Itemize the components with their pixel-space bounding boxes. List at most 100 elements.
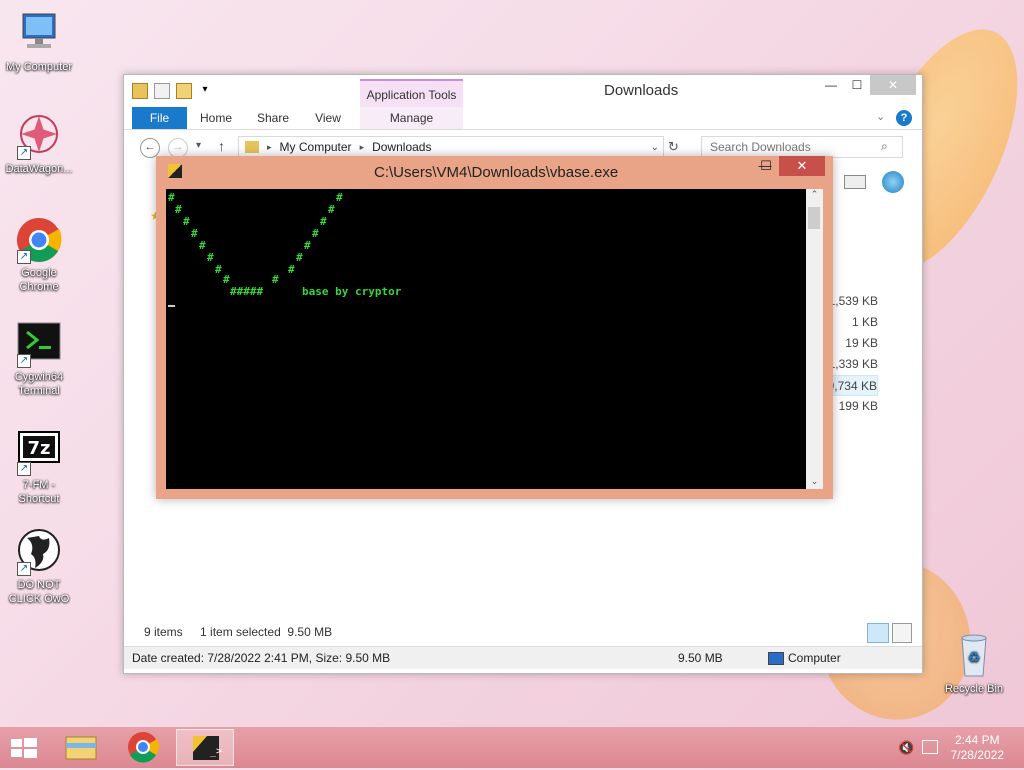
- clock[interactable]: 2:44 PM 7/28/2022: [951, 733, 1004, 763]
- tab-share[interactable]: Share: [252, 107, 294, 129]
- search-icon: ⌕: [881, 139, 888, 153]
- console-text: base by cryptor: [302, 285, 402, 298]
- help-icon[interactable]: ?: [896, 110, 912, 126]
- svg-text:7z: 7z: [27, 438, 50, 459]
- explorer-titlebar[interactable]: ▾ Application Tools Downloads — ☐ ✕: [124, 75, 922, 109]
- ascii-art-bottom: #####: [230, 285, 264, 298]
- back-button[interactable]: ←: [140, 138, 160, 158]
- clock-date: 7/28/2022: [950, 748, 1004, 762]
- taskbar-vbase-console[interactable]: _>: [176, 729, 234, 766]
- 7zip-icon: 7z ↗: [15, 428, 63, 476]
- start-button[interactable]: [0, 729, 48, 766]
- desktop-icon-do-not-click[interactable]: ↗ DO NOT CLICK OwO: [1, 528, 77, 606]
- taskbar-file-explorer[interactable]: [52, 729, 110, 766]
- ascii-art-glyph: #: [223, 273, 230, 286]
- breadcrumb-separator: ▸: [359, 141, 365, 152]
- recycle-bin-icon: ♻: [950, 632, 998, 680]
- scroll-down-icon[interactable]: ⌄: [806, 476, 823, 487]
- ascii-art-glyph: #: [207, 251, 214, 264]
- ascii-art-glyph: #: [336, 191, 343, 204]
- refresh-button[interactable]: ↻: [668, 139, 679, 155]
- new-folder-icon[interactable]: [176, 83, 192, 99]
- properties-icon[interactable]: [154, 83, 170, 99]
- desktop-icon-label: DataWagon...: [5, 163, 73, 175]
- scroll-thumb[interactable]: [808, 207, 820, 229]
- console-maximize-button[interactable]: ☐: [754, 156, 778, 176]
- ascii-art-glyph: #: [175, 203, 182, 216]
- breadcrumb-my-computer[interactable]: My Computer: [280, 140, 352, 154]
- details-view-button[interactable]: [867, 623, 889, 643]
- maximize-button[interactable]: ☐: [844, 75, 870, 95]
- breadcrumb-downloads[interactable]: Downloads: [372, 140, 431, 154]
- status-bar-top: 9 items 1 item selected 9.50 MB: [144, 625, 332, 639]
- console-app-icon: [168, 164, 182, 178]
- clock-time: 2:44 PM: [954, 733, 1000, 747]
- desktop-icon-datawagon[interactable]: ↗ DataWagon...: [1, 112, 77, 176]
- tab-manage[interactable]: Manage: [360, 107, 463, 129]
- desktop-icon-label: Cygwin64 Terminal: [14, 371, 64, 397]
- ascii-art-glyph: #: [272, 273, 279, 286]
- close-button[interactable]: ✕: [870, 75, 916, 95]
- terminal-icon: ↗: [15, 320, 63, 368]
- minimize-button[interactable]: —: [818, 75, 844, 95]
- desktop-icon-label: My Computer: [5, 61, 73, 73]
- console-output[interactable]: # # # # # # # # # # # # # # # # ##### base by cryptor: [166, 189, 806, 489]
- location-text: Computer: [788, 651, 841, 665]
- chevron-down-icon[interactable]: ⌄: [651, 142, 659, 153]
- breadcrumb-separator: ▸: [267, 141, 272, 152]
- console-title: C:\Users\VM4\Downloads\vbase.exe: [374, 164, 619, 181]
- desktop-icon-label: DO NOT CLICK OwO: [8, 579, 70, 605]
- desktop-icon-label: Google Chrome: [19, 267, 59, 293]
- console-window[interactable]: C:\Users\VM4\Downloads\vbase.exe — ☐ ✕ #…: [156, 156, 833, 499]
- selection-info: 1 item selected 9.50 MB: [200, 625, 333, 639]
- recent-locations-icon[interactable]: ▾: [196, 140, 201, 151]
- preview-pane-icon[interactable]: [882, 171, 904, 193]
- svg-text:♻: ♻: [968, 649, 981, 665]
- shortcut-arrow-icon: ↗: [17, 462, 31, 476]
- search-input[interactable]: Search Downloads: [701, 136, 903, 158]
- ascii-art-glyph: #: [296, 251, 303, 264]
- scroll-up-icon[interactable]: ⌃: [806, 189, 823, 200]
- taskbar-chrome[interactable]: [114, 729, 172, 766]
- folder-down-icon[interactable]: [132, 83, 148, 99]
- tab-view[interactable]: View: [310, 107, 346, 129]
- desktop-icon-recycle-bin[interactable]: ♻ Recycle Bin: [936, 632, 1012, 696]
- console-titlebar[interactable]: C:\Users\VM4\Downloads\vbase.exe — ☐ ✕: [156, 156, 833, 188]
- status-bar-details: Date created: 7/28/2022 2:41 PM, Size: 9…: [124, 646, 922, 669]
- ascii-art-glyph: #: [168, 191, 175, 204]
- taskbar: _> 🔇 2:44 PM 7/28/2022: [0, 727, 1024, 768]
- network-icon[interactable]: [922, 740, 938, 754]
- ascii-art-glyph: #: [183, 215, 190, 228]
- ascii-art-glyph: #: [304, 239, 311, 252]
- console-close-button[interactable]: ✕: [779, 156, 825, 176]
- ascii-art-glyph: #: [328, 203, 335, 216]
- computer-icon: [768, 652, 784, 665]
- dropdown-arrow-icon[interactable]: ▾: [198, 83, 212, 97]
- globe-icon: ↗: [15, 528, 63, 576]
- window-title: Downloads: [604, 82, 679, 99]
- quick-access-toolbar: ▾: [132, 83, 212, 99]
- desktop-icon-cygwin-terminal[interactable]: ↗ Cygwin64 Terminal: [1, 320, 77, 398]
- shortcut-arrow-icon: ↗: [17, 250, 31, 264]
- desktop-icon-my-computer[interactable]: My Computer: [1, 10, 77, 74]
- large-icons-view-button[interactable]: [892, 623, 912, 643]
- ascii-art-glyph: #: [199, 239, 206, 252]
- chrome-icon: ↗: [15, 216, 63, 264]
- view-toggle-icon[interactable]: [844, 175, 866, 189]
- desktop-icon-7zip[interactable]: 7z ↗ 7-FM - Shortcut: [1, 428, 77, 506]
- svg-text:_>: _>: [210, 746, 222, 757]
- ribbon-expand-icon[interactable]: ⌄: [876, 110, 885, 123]
- desktop-icon-google-chrome[interactable]: ↗ Google Chrome: [1, 216, 77, 294]
- tab-home[interactable]: Home: [196, 107, 236, 129]
- up-button[interactable]: ↑: [218, 138, 225, 154]
- details-text: Date created: 7/28/2022 2:41 PM, Size: 9…: [132, 651, 391, 665]
- volume-muted-icon[interactable]: 🔇: [898, 740, 914, 756]
- folder-icon: [245, 141, 259, 153]
- address-bar[interactable]: ▸ My Computer ▸ Downloads ⌄: [238, 136, 664, 158]
- windows-logo-icon: [11, 738, 37, 758]
- shortcut-arrow-icon: ↗: [17, 562, 31, 576]
- ascii-art-glyph: #: [312, 227, 319, 240]
- tab-file[interactable]: File: [132, 107, 187, 129]
- forward-button[interactable]: →: [168, 138, 188, 158]
- console-scrollbar[interactable]: ⌃ ⌄: [806, 189, 823, 489]
